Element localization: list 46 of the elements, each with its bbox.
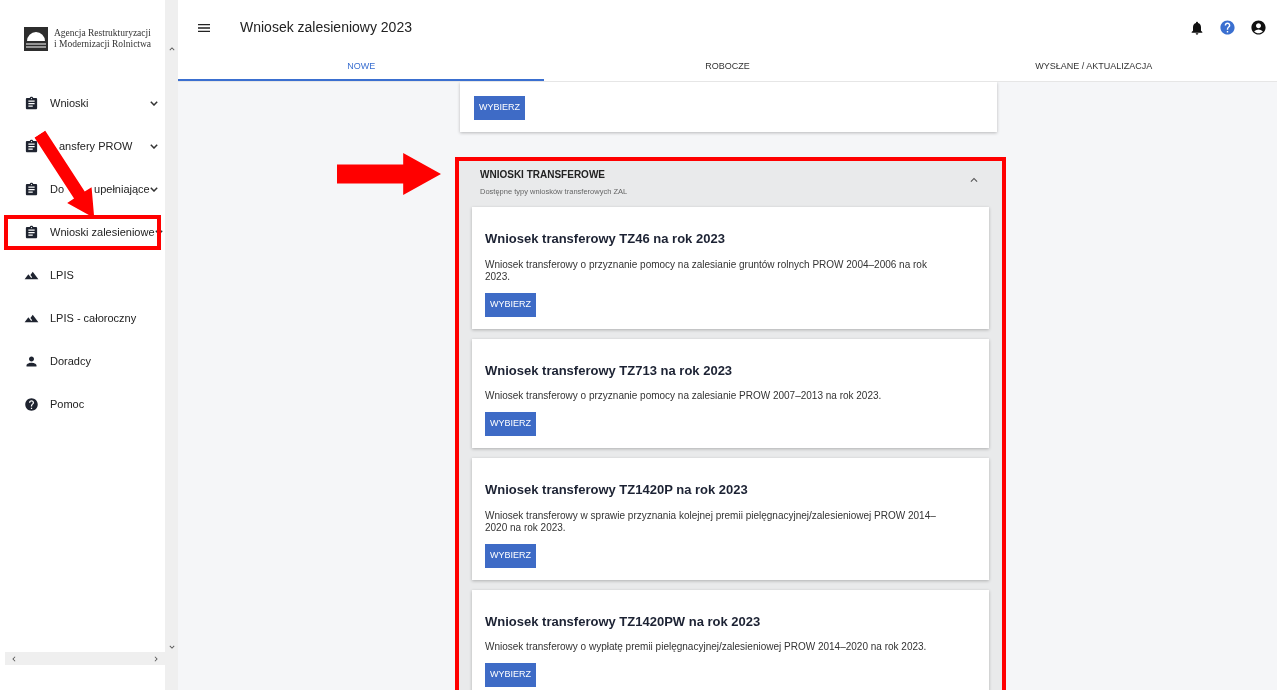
select-button[interactable]: WYBIERZ <box>474 95 525 120</box>
card-text: Wniosek transferowy w sprawie przyznania kolejnej premii pielęgnacyjnej/zalesieniowej PROW 2014–2020 na rok 2023. <box>485 509 937 534</box>
tab[interactable]: ROBOCZE <box>544 55 911 81</box>
clipboard-icon <box>24 139 39 154</box>
tab[interactable]: WYSŁANE / AKTUALIZACJA <box>910 55 1277 81</box>
item-label: LPIS <box>50 268 74 284</box>
sidebar-item[interactable]: Wnioski <box>0 82 165 125</box>
item-label: LPIS - całoroczny <box>50 311 137 327</box>
sidebar-item[interactable]: ansfery PROW <box>0 125 165 168</box>
card-title: Wniosek transferowy TZ1420P na rok 2023 <box>485 481 749 499</box>
item-label: Wnioski zalesieniowe <box>50 225 155 241</box>
clipboard-icon <box>24 182 39 197</box>
person-icon <box>24 354 39 369</box>
item-label: ansfery PROW <box>59 139 133 155</box>
card-title: Wniosek transferowy TZ713 na rok 2023 <box>485 361 734 380</box>
sidebar-item[interactable]: Pomoc <box>0 383 165 426</box>
notification-icon[interactable] <box>1189 19 1205 36</box>
sidebar-item[interactable]: LPIS - całoroczny <box>0 297 165 340</box>
item-label: Wnioski <box>50 96 89 112</box>
page-title: Wniosek zalesieniowy 2023 <box>240 18 412 37</box>
sidebar-item[interactable]: Do upełniające <box>0 168 165 211</box>
help-icon[interactable] <box>1219 19 1236 36</box>
panel-title: WNIOSKI TRANSFEROWE <box>480 167 606 182</box>
select-button[interactable]: WYBIERZ <box>485 663 536 687</box>
logo-text: Agencja Restrukturyzacji <box>54 28 152 39</box>
item-label: Pomoc <box>50 397 85 413</box>
clipboard-icon <box>24 96 39 111</box>
select-button[interactable]: WYBIERZ <box>485 543 536 568</box>
select-button[interactable]: WYBIERZ <box>485 292 536 317</box>
item-label: Do <box>50 182 65 198</box>
card-text: Wniosek transferowy o przyznanie pomocy na zalesianie gruntów rolnych PROW 2004–2006 na rok 2023. <box>485 258 928 283</box>
item-label: upełniające <box>94 182 150 198</box>
logo-text: i Modernizacji Rolnictwa <box>54 39 152 50</box>
select-button[interactable]: WYBIERZ <box>485 412 536 436</box>
sidebar-item[interactable]: Wnioski zalesieniowe <box>0 211 165 254</box>
card-title: Wniosek transferowy TZ46 na rok 2023 <box>485 230 726 248</box>
account-icon[interactable] <box>1250 19 1267 36</box>
sidebar-item[interactable]: LPIS <box>0 254 165 297</box>
card-text: Wniosek transferowy o wypłatę premii pielęgnacyjnej/zalesieniowej PROW 2014–2020 na rok 2023. <box>485 641 928 653</box>
sidebar-item[interactable]: Doradcy <box>0 340 165 383</box>
logo-icon <box>24 27 48 51</box>
help-icon <box>24 397 39 412</box>
clipboard-icon <box>24 225 39 240</box>
card-title: Wniosek transferowy TZ1420PW na rok 2023 <box>485 612 762 631</box>
card-text: Wniosek transferowy o przyznanie pomocy na zalesianie PROW 2007–2013 na rok 2023. <box>485 390 883 402</box>
item-label: Doradcy <box>50 354 91 370</box>
